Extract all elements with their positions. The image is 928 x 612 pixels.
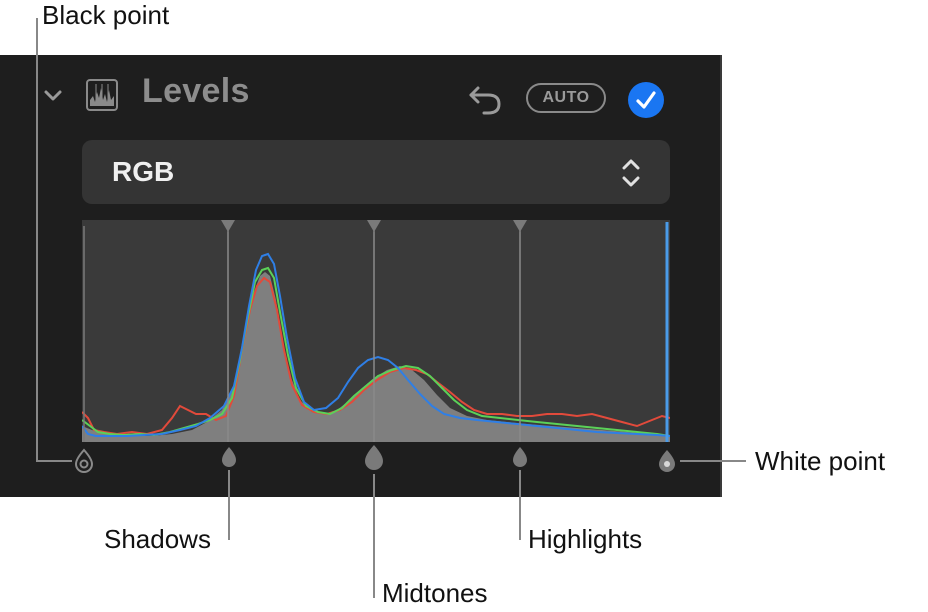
white-point-handle[interactable]: [655, 448, 679, 474]
histogram-icon: [86, 79, 118, 111]
midtones-bottom-handle[interactable]: [361, 444, 387, 472]
shadows-callout: Shadows: [104, 524, 211, 554]
highlights-leader: [519, 470, 521, 540]
highlights-bottom-handle[interactable]: [510, 446, 530, 468]
chevron-down-icon[interactable]: [42, 84, 64, 106]
white-point-leader: [680, 460, 746, 462]
levels-histogram[interactable]: [82, 220, 670, 442]
black-point-leader-horizontal: [36, 460, 72, 462]
black-point-leader-vertical: [36, 18, 38, 462]
auto-button[interactable]: AUTO: [526, 83, 606, 113]
undo-arrow-icon[interactable]: [466, 80, 504, 116]
checkmark-icon: [636, 91, 656, 109]
up-down-chevron-icon: [622, 159, 640, 187]
channel-select[interactable]: RGB: [82, 140, 670, 204]
midtones-leader: [373, 474, 375, 598]
panel-edge: [720, 55, 722, 497]
shadows-leader: [228, 470, 230, 540]
black-point-handle[interactable]: [72, 448, 96, 474]
white-point-callout: White point: [755, 446, 886, 476]
panel-title: Levels: [142, 72, 250, 110]
channel-select-value: RGB: [112, 156, 175, 187]
highlights-callout: Highlights: [528, 524, 643, 554]
black-point-callout: Black point: [42, 0, 170, 30]
midtones-callout: Midtones: [382, 578, 488, 608]
shadows-bottom-handle[interactable]: [219, 446, 239, 468]
enabled-checkbox[interactable]: [628, 82, 664, 118]
